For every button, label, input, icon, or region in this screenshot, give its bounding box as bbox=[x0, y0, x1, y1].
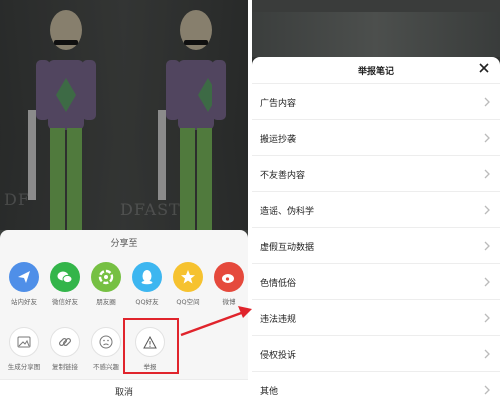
link-icon bbox=[50, 327, 80, 357]
report-sheet: 举报笔记 广告内容 搬运抄袭 不友善内容 造谣、伪科学 虚假互动数据 色情低俗 … bbox=[252, 57, 500, 407]
chevron-right-icon bbox=[484, 385, 490, 395]
reason-rumor-pseudoscience[interactable]: 造谣、伪科学 bbox=[252, 191, 500, 227]
share-sheet-title: 分享至 bbox=[110, 239, 138, 249]
paper-plane-icon bbox=[9, 262, 39, 292]
share-weibo[interactable]: 微博 bbox=[209, 262, 248, 306]
reason-illegal[interactable]: 违法违规 bbox=[252, 299, 500, 335]
reason-plagiarism[interactable]: 搬运抄袭 bbox=[252, 119, 500, 155]
cancel-button[interactable]: 取消 bbox=[0, 379, 248, 407]
share-moments[interactable]: 朋友圈 bbox=[86, 262, 126, 306]
reason-ads[interactable]: 广告内容 bbox=[252, 83, 500, 119]
note-photo: DF DFAST bbox=[0, 0, 248, 230]
close-icon[interactable] bbox=[478, 62, 490, 74]
chevron-right-icon bbox=[484, 349, 490, 359]
chevron-right-icon bbox=[484, 241, 490, 251]
qq-icon bbox=[132, 262, 162, 292]
left-phone-screen: DF DFAST 分享至 站内好友 微信好友 朋友圈 QQ好友 QQ空间 微博 … bbox=[0, 0, 248, 407]
chevron-right-icon bbox=[484, 97, 490, 107]
wechat-icon bbox=[50, 262, 80, 292]
share-qq-friend[interactable]: QQ好友 bbox=[127, 262, 167, 306]
reason-infringement[interactable]: 侵权投诉 bbox=[252, 335, 500, 371]
chevron-right-icon bbox=[484, 205, 490, 215]
report-highlight-box bbox=[123, 318, 179, 374]
sad-face-icon bbox=[91, 327, 121, 357]
share-site-friend[interactable]: 站内好友 bbox=[4, 262, 44, 306]
reason-vulgar[interactable]: 色情低俗 bbox=[252, 263, 500, 299]
image-icon bbox=[9, 327, 39, 357]
chevron-right-icon bbox=[484, 313, 490, 323]
generate-share-image[interactable]: 生成分享图 bbox=[4, 327, 44, 371]
copy-link[interactable]: 复制链接 bbox=[45, 327, 85, 371]
reason-unfriendly[interactable]: 不友善内容 bbox=[252, 155, 500, 191]
right-phone-screen: 举报笔记 广告内容 搬运抄袭 不友善内容 造谣、伪科学 虚假互动数据 色情低俗 … bbox=[252, 0, 500, 407]
chevron-right-icon bbox=[484, 133, 490, 143]
reason-other[interactable]: 其他 bbox=[252, 371, 500, 407]
qzone-star-icon bbox=[173, 262, 203, 292]
report-sheet-header: 举报笔记 bbox=[252, 57, 500, 83]
share-qzone[interactable]: QQ空间 bbox=[168, 262, 208, 306]
share-wechat-friend[interactable]: 微信好友 bbox=[45, 262, 85, 306]
weibo-icon bbox=[214, 262, 244, 292]
moments-icon bbox=[91, 262, 121, 292]
reason-fake-interaction[interactable]: 虚假互动数据 bbox=[252, 227, 500, 263]
chevron-right-icon bbox=[484, 169, 490, 179]
report-sheet-title: 举报笔记 bbox=[357, 67, 394, 77]
chevron-right-icon bbox=[484, 277, 490, 287]
not-interested[interactable]: 不感兴趣 bbox=[86, 327, 126, 371]
note-photo-dimmed bbox=[252, 12, 500, 57]
